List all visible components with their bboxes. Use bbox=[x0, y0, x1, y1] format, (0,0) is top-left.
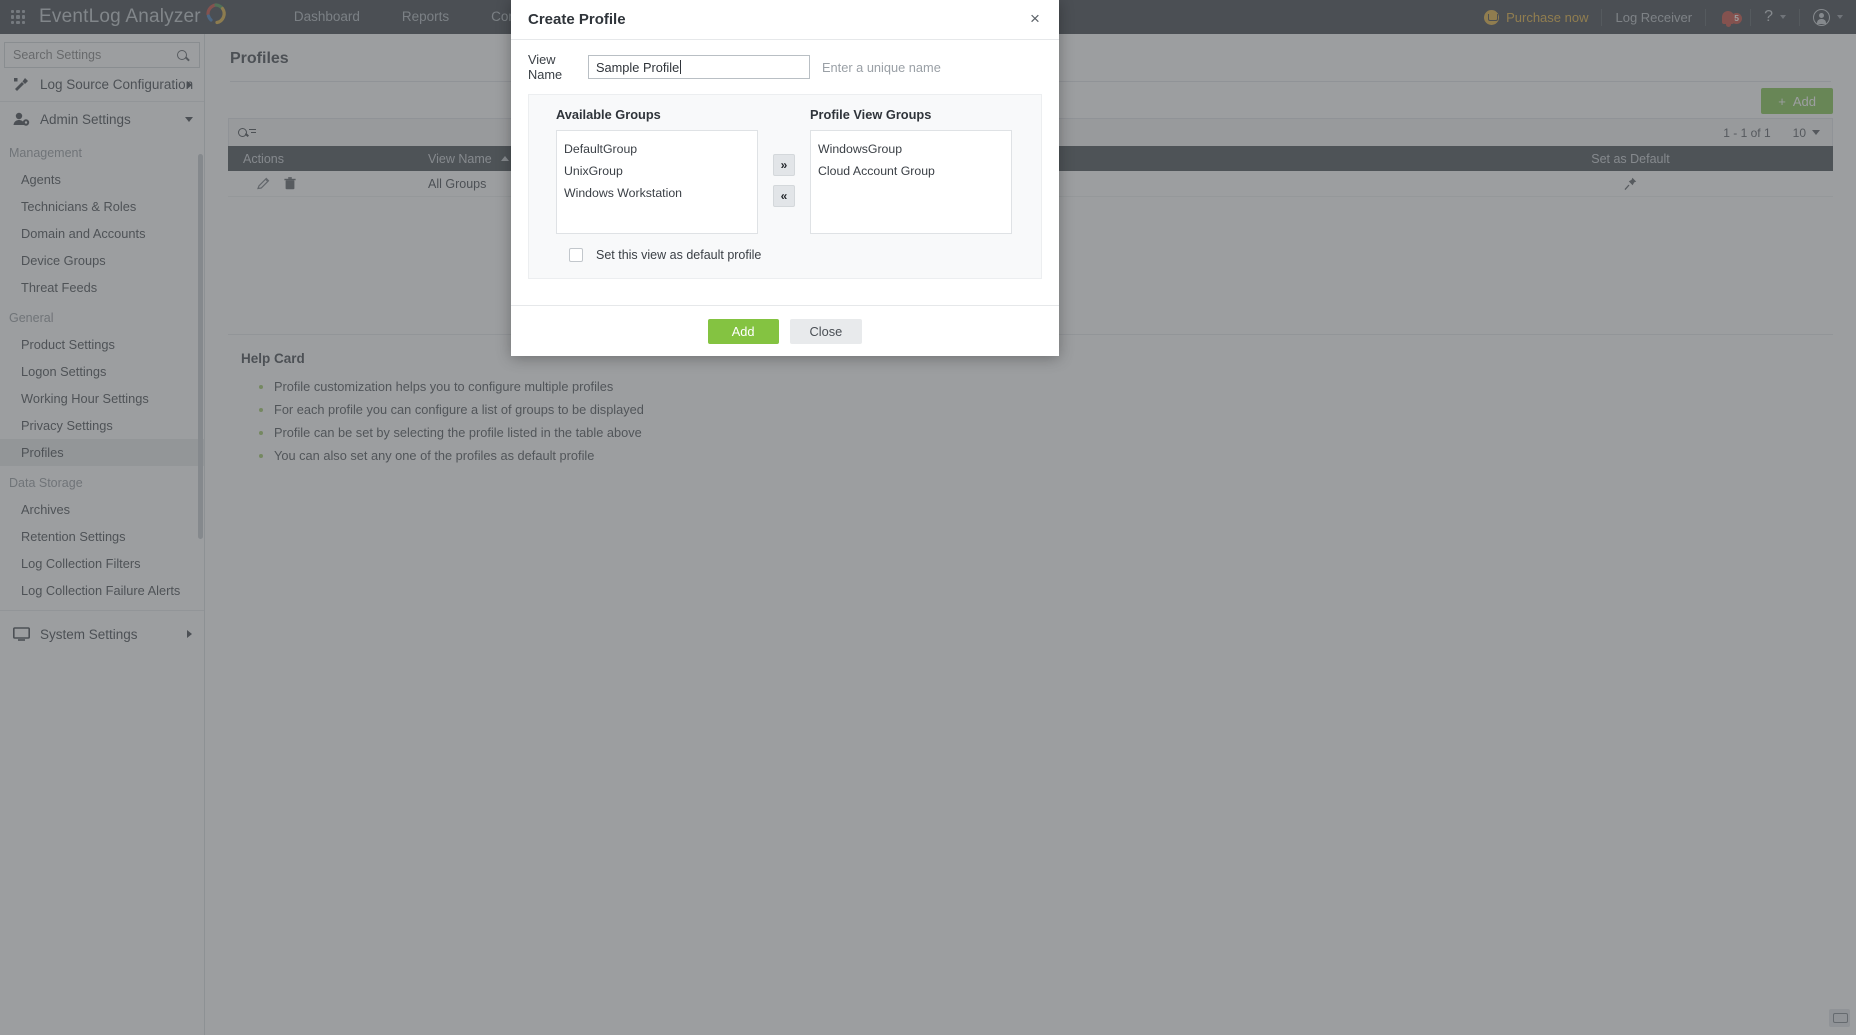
available-groups-column: Available Groups DefaultGroup UnixGroup … bbox=[556, 107, 758, 234]
dialog-footer: Add Close bbox=[511, 305, 1059, 356]
available-groups-list[interactable]: DefaultGroup UnixGroup Windows Workstati… bbox=[556, 130, 758, 234]
view-name-label: View Name bbox=[528, 52, 563, 82]
create-profile-dialog: Create Profile × View Name Sample Profil… bbox=[511, 0, 1059, 356]
set-default-checkbox-row[interactable]: Set this view as default profile bbox=[556, 248, 1014, 262]
dialog-body: View Name Sample Profile Enter a unique … bbox=[511, 40, 1059, 279]
dialog-close-button[interactable]: Close bbox=[789, 318, 863, 344]
set-default-checkbox-label: Set this view as default profile bbox=[596, 248, 762, 262]
profile-view-groups-label: Profile View Groups bbox=[810, 107, 932, 122]
dialog-header: Create Profile × bbox=[511, 0, 1059, 40]
set-default-checkbox[interactable] bbox=[569, 248, 583, 262]
list-item[interactable]: Cloud Account Group bbox=[818, 160, 1011, 182]
move-left-button[interactable]: « bbox=[773, 185, 795, 207]
available-groups-label: Available Groups bbox=[556, 107, 661, 122]
transfer-buttons: » « bbox=[758, 107, 810, 207]
profile-view-groups-column: Profile View Groups WindowsGroup Cloud A… bbox=[810, 107, 1012, 234]
view-name-row: View Name Sample Profile Enter a unique … bbox=[528, 52, 1042, 82]
view-name-value: Sample Profile bbox=[596, 59, 680, 75]
profile-view-groups-list[interactable]: WindowsGroup Cloud Account Group bbox=[810, 130, 1012, 234]
text-cursor bbox=[680, 60, 682, 74]
close-icon[interactable]: × bbox=[1026, 10, 1044, 28]
dialog-title: Create Profile bbox=[528, 11, 626, 28]
list-item[interactable]: DefaultGroup bbox=[564, 138, 757, 160]
list-item[interactable]: Windows Workstation bbox=[564, 182, 757, 204]
dialog-add-button[interactable]: Add bbox=[707, 318, 779, 344]
list-item[interactable]: UnixGroup bbox=[564, 160, 757, 182]
group-transfer-panel: Available Groups DefaultGroup UnixGroup … bbox=[528, 94, 1042, 279]
move-right-button[interactable]: » bbox=[773, 154, 795, 176]
list-item[interactable]: WindowsGroup bbox=[818, 138, 1011, 160]
view-name-input[interactable]: Sample Profile bbox=[588, 55, 810, 79]
view-name-hint: Enter a unique name bbox=[822, 59, 941, 75]
